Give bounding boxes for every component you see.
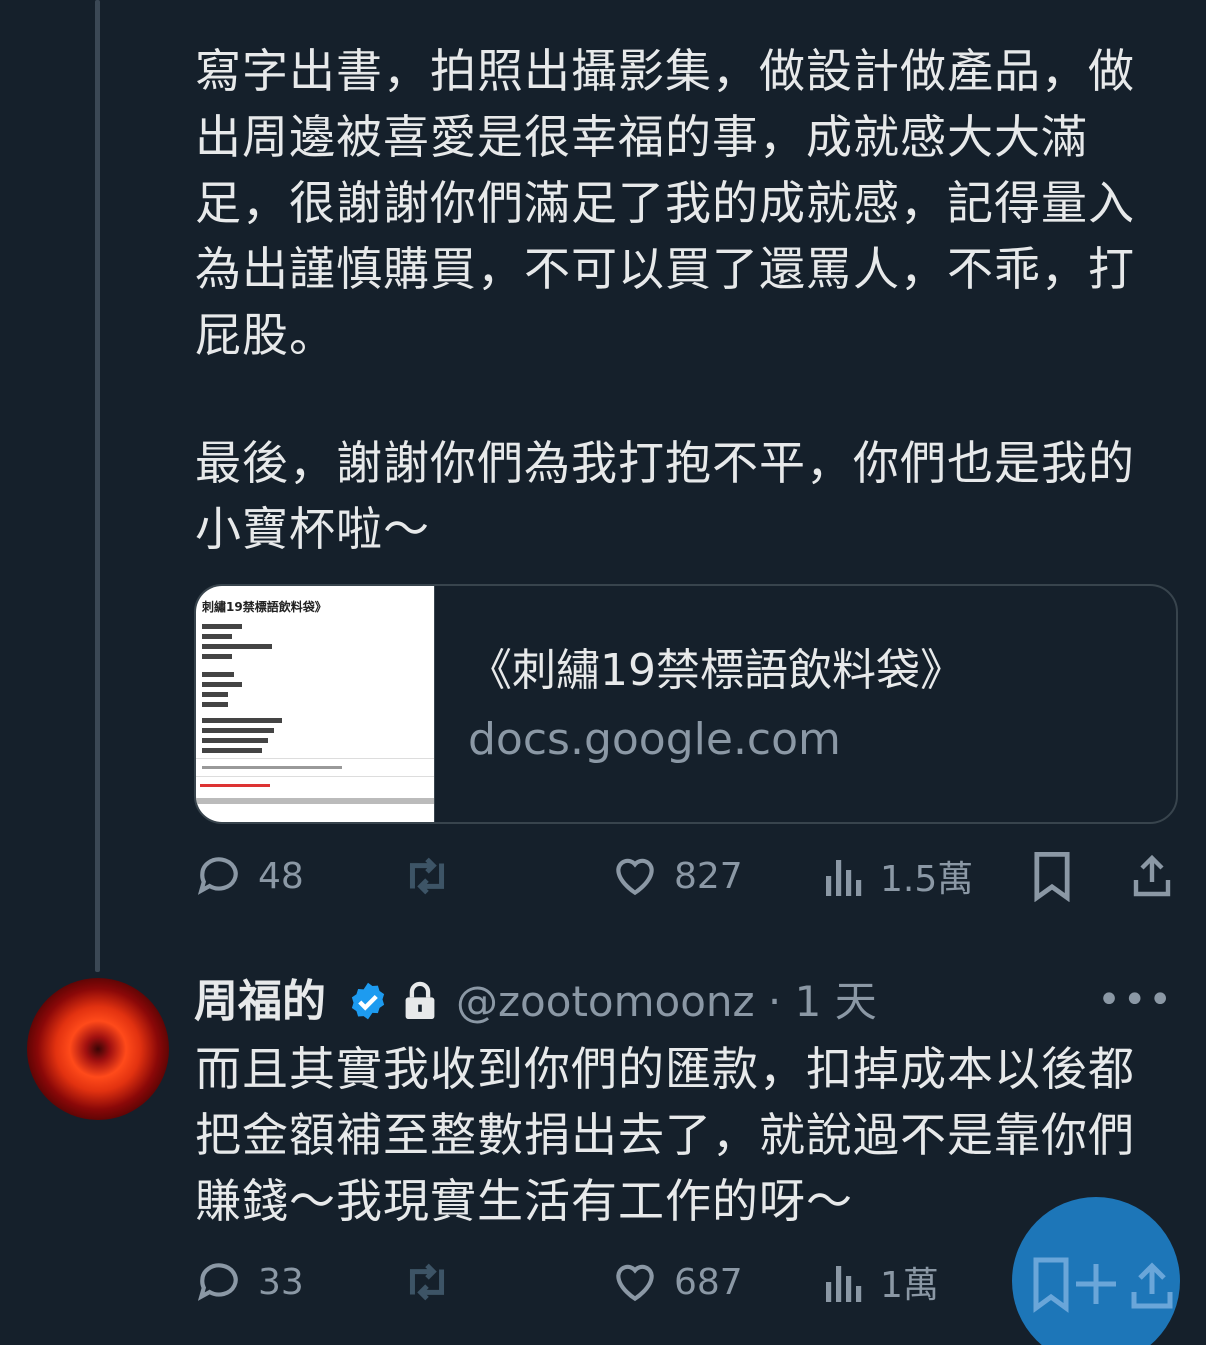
- like-count: 827: [674, 855, 743, 897]
- reply-button[interactable]: 48: [194, 846, 304, 906]
- like-button[interactable]: 687: [610, 1252, 743, 1312]
- link-preview-card[interactable]: 刺繡19禁標語飲料袋》 《刺繡19禁標語飲料袋》 docs.google.com: [194, 584, 1178, 824]
- more-dots-icon[interactable]: •••: [1097, 972, 1174, 1028]
- reply-icon: [197, 1263, 238, 1301]
- link-title: 《刺繡19禁標語飲料袋》: [468, 645, 964, 696]
- like-button[interactable]: 827: [610, 846, 743, 906]
- avatar[interactable]: [27, 978, 169, 1120]
- retweet-icon: [409, 857, 445, 895]
- share-icon: [1133, 854, 1171, 897]
- tweet-body-closing: 最後，謝謝你們為我打抱不平，你們也是我的 小寶杯啦～: [195, 436, 1135, 556]
- verified-badge-icon: [351, 982, 385, 1020]
- compose-icon: [1033, 1257, 1173, 1313]
- reply-count: 48: [258, 855, 304, 897]
- heart-icon: [616, 858, 654, 896]
- bookmark-button[interactable]: [1030, 846, 1074, 906]
- lock-icon: [405, 981, 435, 1019]
- views-button[interactable]: 1.5萬: [822, 846, 973, 906]
- share-button[interactable]: [1128, 846, 1176, 906]
- like-count: 687: [674, 1261, 743, 1303]
- views-button[interactable]: 1萬: [822, 1252, 939, 1312]
- tweet-header: 周福的 @zootomoonz · 1 天 •••: [194, 972, 1184, 1032]
- retweet-button[interactable]: [400, 1252, 454, 1312]
- view-count: 1.5萬: [880, 859, 974, 900]
- timeline: 寫字出書，拍照出攝影集，做設計做產品，做 出周邊被喜愛是很幸福的事，成就感大大滿…: [0, 0, 1206, 1345]
- heart-icon: [616, 1264, 654, 1302]
- analytics-icon: [826, 1266, 862, 1302]
- thread-connector-line: [95, 0, 100, 972]
- retweet-icon: [409, 1263, 445, 1301]
- reply-tweet-body: 而且其實我收到你們的匯款，扣掉成本以後都 把金額補至整數捐出去了，就說過不是靠你…: [195, 1042, 1135, 1228]
- tweet-actions: 48 827 1.5萬: [194, 846, 1179, 906]
- display-name[interactable]: 周福的: [194, 972, 326, 1032]
- link-domain: docs.google.com: [468, 714, 841, 765]
- thumbnail-title: 刺繡19禁標語飲料袋》: [202, 600, 327, 614]
- reply-count: 33: [258, 1261, 304, 1303]
- reply-button[interactable]: 33: [194, 1252, 304, 1312]
- view-count: 1萬: [880, 1265, 939, 1306]
- analytics-icon: [826, 860, 862, 896]
- link-thumbnail: 刺繡19禁標語飲料袋》: [196, 586, 435, 822]
- handle-and-time[interactable]: @zootomoonz · 1 天: [456, 972, 877, 1032]
- retweet-button[interactable]: [400, 846, 454, 906]
- reply-icon: [197, 857, 238, 895]
- bookmark-icon: [1034, 851, 1070, 902]
- tweet-body: 寫字出書，拍照出攝影集，做設計做產品，做 出周邊被喜愛是很幸福的事，成就感大大滿…: [195, 44, 1135, 362]
